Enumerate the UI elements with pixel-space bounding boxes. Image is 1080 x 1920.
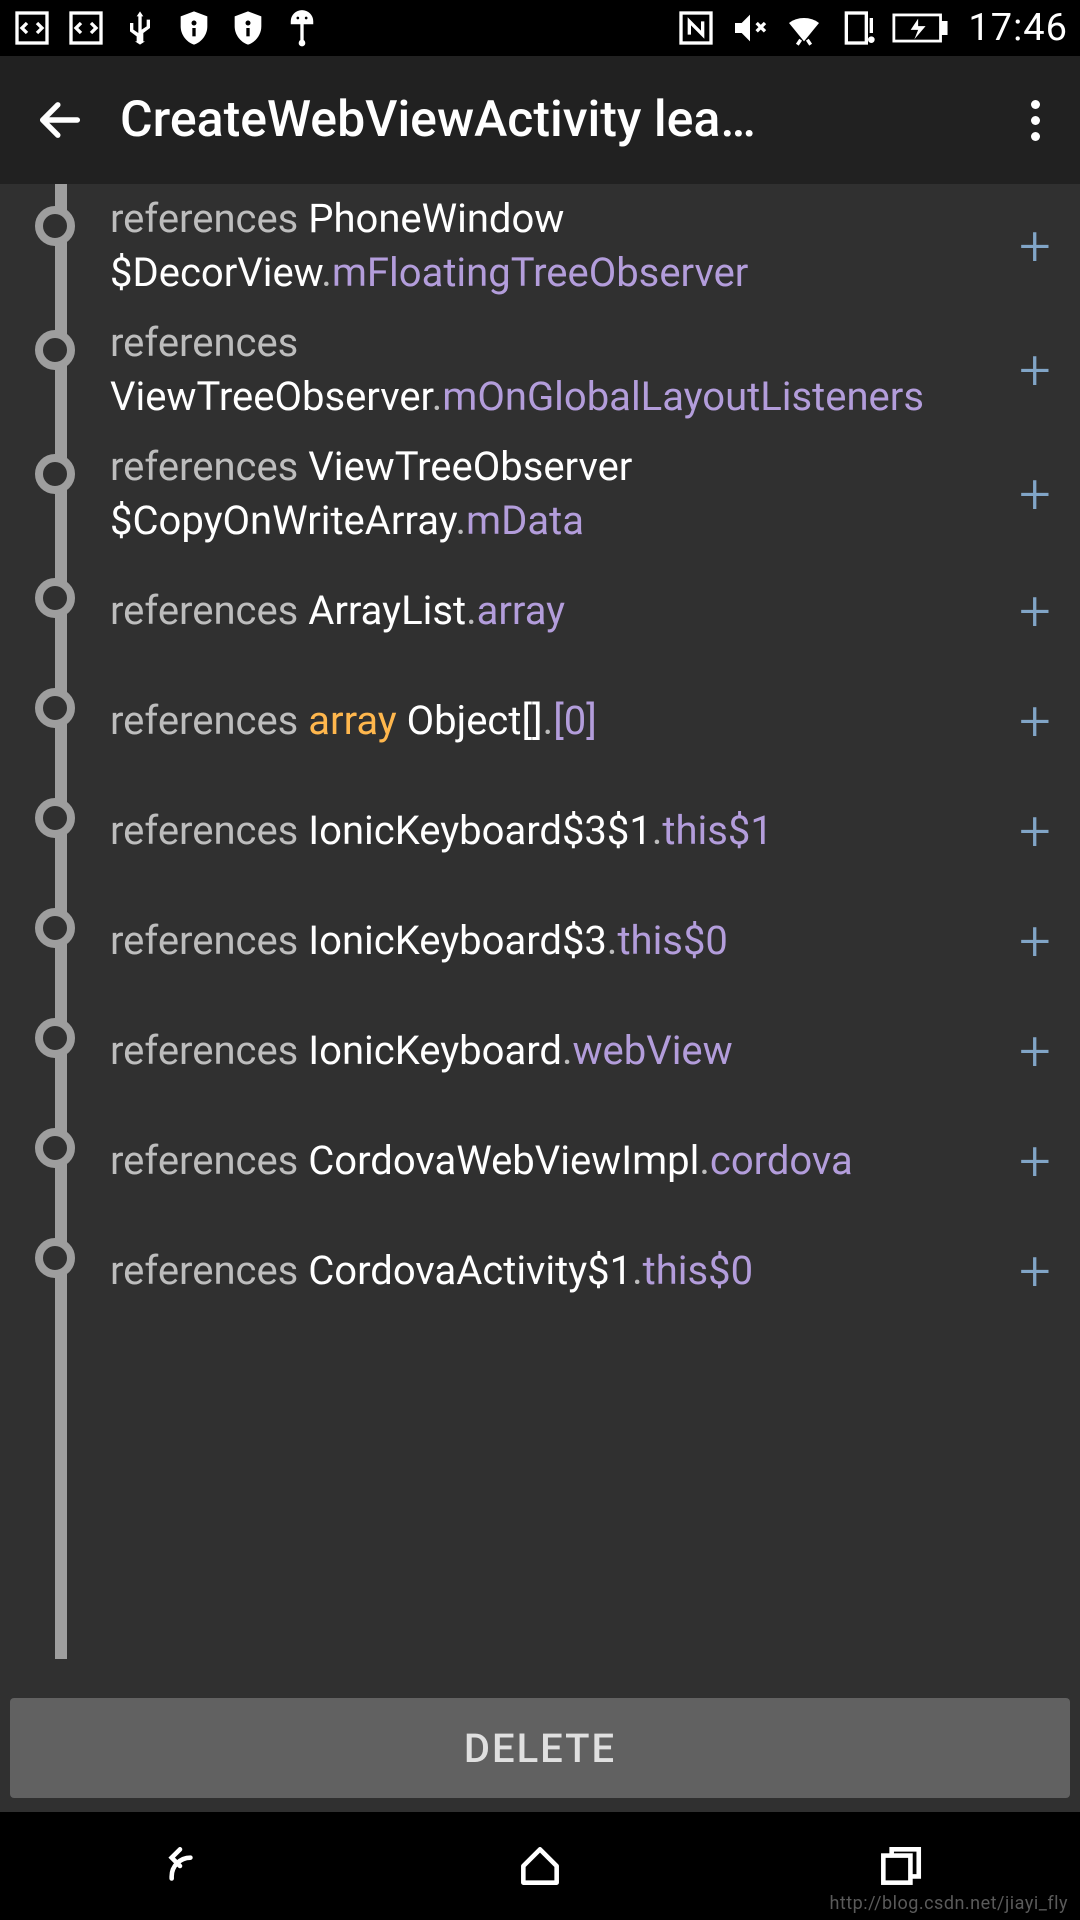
trace-text: references PhoneWindow $DecorView.mFloat… — [110, 192, 990, 300]
trace-text: references ArrayList.array — [110, 584, 990, 638]
nfc-icon — [676, 8, 716, 48]
expand-icon[interactable]: + — [1019, 466, 1051, 522]
reference-list: references PhoneWindow $DecorView.mFloat… — [0, 184, 1080, 1326]
trace-row[interactable]: references IonicKeyboard$3$1.this$1 + — [0, 776, 1080, 886]
expand-icon[interactable]: + — [1019, 342, 1051, 398]
trace-node-icon — [35, 688, 75, 728]
android-debug-icon — [282, 8, 322, 48]
dev-icon-2 — [66, 8, 106, 48]
overflow-menu-button[interactable] — [1010, 90, 1060, 150]
expand-icon[interactable]: + — [1019, 218, 1051, 274]
trace-row[interactable]: references ViewTreeObserver.mOnGlobalLay… — [0, 308, 1080, 432]
trace-node-icon — [35, 1128, 75, 1168]
trace-row[interactable]: references PhoneWindow $DecorView.mFloat… — [0, 184, 1080, 308]
trace-row[interactable]: references CordovaActivity$1.this$0 + — [0, 1216, 1080, 1326]
trace-text: references ViewTreeObserver.mOnGlobalLay… — [110, 316, 990, 424]
trace-text: references IonicKeyboard$3$1.this$1 — [110, 804, 990, 858]
shield-icon-2 — [228, 8, 268, 48]
expand-icon[interactable]: + — [1019, 913, 1051, 969]
trace-text: references IonicKeyboard.webView — [110, 1024, 990, 1078]
trace-row[interactable]: references ArrayList.array + — [0, 556, 1080, 666]
trace-row[interactable]: references ViewTreeObserver $CopyOnWrite… — [0, 432, 1080, 556]
expand-icon[interactable]: + — [1019, 693, 1051, 749]
trace-node-icon — [35, 206, 75, 246]
expand-icon[interactable]: + — [1019, 1023, 1051, 1079]
trace-text: references ViewTreeObserver $CopyOnWrite… — [110, 440, 990, 548]
expand-icon[interactable]: + — [1019, 803, 1051, 859]
trace-text: references CordovaActivity$1.this$0 — [110, 1244, 990, 1298]
status-clock: 17:46 — [968, 6, 1068, 50]
trace-row[interactable]: references IonicKeyboard$3.this$0 + — [0, 886, 1080, 996]
expand-icon[interactable]: + — [1019, 583, 1051, 639]
nav-back-button[interactable] — [140, 1836, 220, 1896]
battery-charging-icon — [892, 8, 948, 48]
leak-trace-content: references PhoneWindow $DecorView.mFloat… — [0, 184, 1080, 1812]
watermark-text: http://blog.csdn.net/jiayi_fly — [829, 1893, 1068, 1914]
volume-mute-icon — [730, 8, 770, 48]
trace-row[interactable]: references array Object[].[0] + — [0, 666, 1080, 776]
trace-node-icon — [35, 1238, 75, 1278]
trace-row[interactable]: references CordovaWebViewImpl.cordova + — [0, 1106, 1080, 1216]
back-button[interactable] — [30, 90, 90, 150]
shield-icon-1 — [174, 8, 214, 48]
delete-button[interactable]: DELETE — [10, 1698, 1070, 1798]
trace-node-icon — [35, 330, 75, 370]
page-title: CreateWebViewActivity lea… — [120, 91, 1010, 149]
trace-text: references array Object[].[0] — [110, 694, 990, 748]
wifi-icon — [784, 8, 824, 48]
trace-text: references IonicKeyboard$3.this$0 — [110, 914, 990, 968]
trace-text: references CordovaWebViewImpl.cordova — [110, 1134, 990, 1188]
trace-node-icon — [35, 454, 75, 494]
navigation-bar: http://blog.csdn.net/jiayi_fly — [0, 1812, 1080, 1920]
usb-icon — [120, 8, 160, 48]
nav-recent-button[interactable] — [860, 1836, 940, 1896]
dev-icon-1 — [12, 8, 52, 48]
trace-node-icon — [35, 908, 75, 948]
trace-node-icon — [35, 1018, 75, 1058]
expand-icon[interactable]: + — [1019, 1133, 1051, 1189]
trace-row[interactable]: references IonicKeyboard.webView + — [0, 996, 1080, 1106]
sim-alert-icon — [838, 8, 878, 48]
nav-home-button[interactable] — [500, 1836, 580, 1896]
status-bar: 17:46 — [0, 0, 1080, 56]
app-bar: CreateWebViewActivity lea… — [0, 56, 1080, 184]
trace-node-icon — [35, 798, 75, 838]
expand-icon[interactable]: + — [1019, 1243, 1051, 1299]
trace-node-icon — [35, 578, 75, 618]
